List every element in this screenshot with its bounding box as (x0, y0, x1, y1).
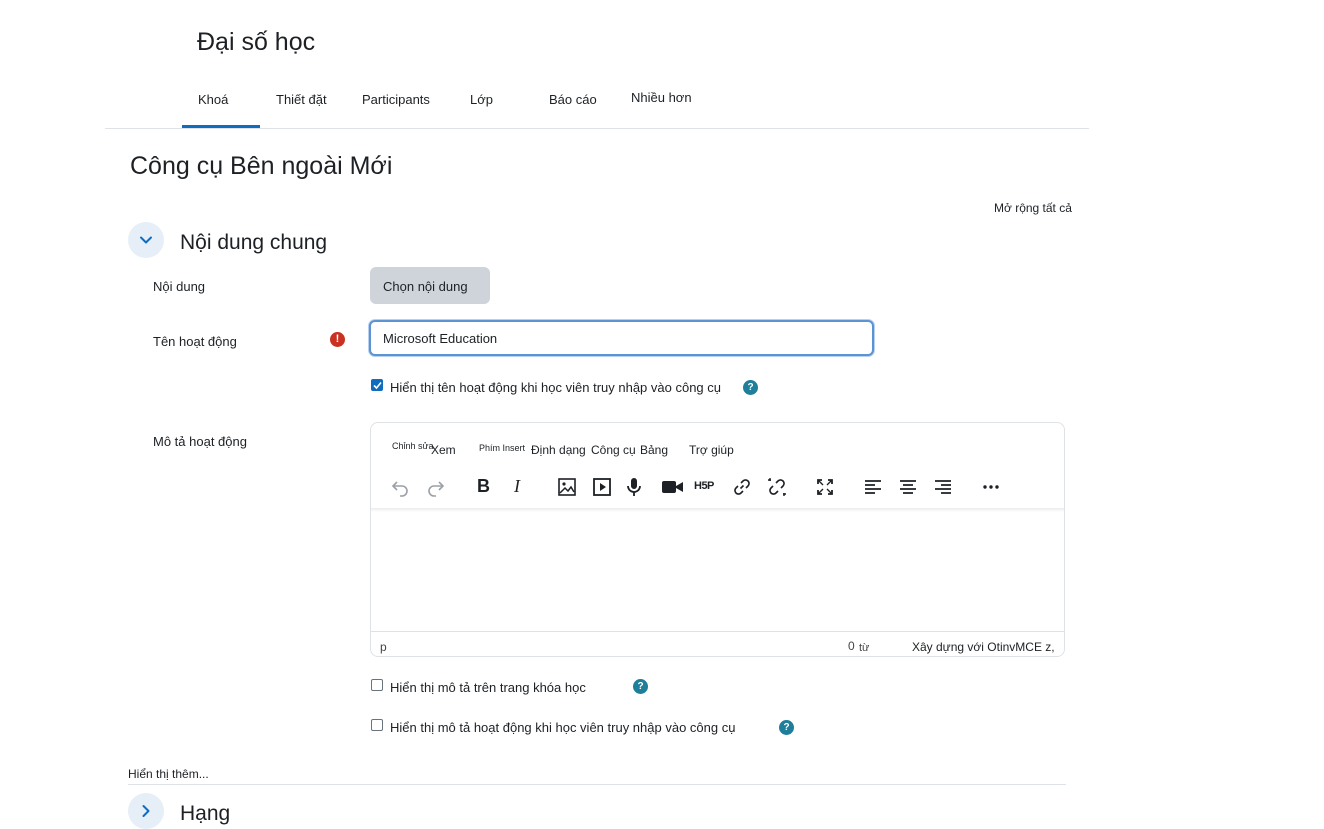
tab-course[interactable]: Khoá (198, 92, 228, 107)
media-icon (593, 478, 611, 496)
more-icon (983, 485, 999, 489)
image-icon (558, 478, 576, 496)
redo-icon (428, 481, 445, 497)
choose-content-button[interactable]: Chọn nội dung (370, 267, 490, 304)
link-icon (734, 479, 750, 495)
fullscreen-button[interactable] (812, 474, 838, 500)
undo-button[interactable] (387, 474, 413, 500)
chevron-down-icon (140, 236, 152, 244)
help-icon[interactable]: ? (779, 720, 794, 735)
menu-table[interactable]: Bảng (640, 443, 668, 457)
statusbar-divider (371, 631, 1064, 632)
italic-button[interactable]: I (506, 474, 532, 500)
collapse-section-button[interactable] (128, 222, 164, 258)
menu-tools[interactable]: Công cụ (591, 443, 636, 457)
bold-button[interactable]: B (471, 474, 497, 500)
show-name-checkbox[interactable] (371, 379, 383, 391)
editor-branding[interactable]: Xây dựng với OtinvMCE z, (912, 640, 1055, 654)
show-description-course-label: Hiển thị mô tả trên trang khóa học (390, 680, 586, 695)
word-count: 0 (848, 639, 855, 653)
section-divider (128, 784, 1066, 785)
fullscreen-icon (817, 479, 833, 495)
video-camera-icon (662, 481, 683, 493)
tab-reports[interactable]: Báo cáo (549, 92, 597, 107)
insert-media-button[interactable] (589, 474, 615, 500)
bold-icon: B (477, 476, 490, 496)
menu-edit[interactable]: Chỉnh sửa (392, 441, 434, 451)
menu-insert[interactable]: Phím Insert (479, 443, 525, 453)
align-left-button[interactable] (860, 474, 886, 500)
microphone-icon (627, 478, 641, 496)
show-description-course-checkbox[interactable] (371, 679, 383, 691)
undo-icon (391, 481, 408, 497)
link-button[interactable] (729, 474, 755, 500)
unlink-button[interactable] (764, 474, 790, 500)
h5p-icon: H5P (694, 480, 714, 492)
tab-settings[interactable]: Thiết đặt (276, 92, 327, 107)
align-right-button[interactable] (930, 474, 956, 500)
section-title-grade: Hạng (180, 802, 231, 825)
align-center-button[interactable] (895, 474, 921, 500)
activity-name-label: Tên hoạt động (153, 334, 237, 349)
check-icon (373, 381, 382, 390)
editor-content-area[interactable] (372, 513, 1062, 629)
show-name-label: Hiển thị tên hoạt động khi học viên truy… (390, 380, 721, 395)
tab-grades[interactable]: Lớp (470, 92, 493, 107)
redo-button[interactable] (423, 474, 449, 500)
help-icon[interactable]: ? (743, 380, 758, 395)
show-more-link[interactable]: Hiển thị thêm... (128, 767, 209, 781)
record-audio-button[interactable] (621, 474, 647, 500)
insert-image-button[interactable] (554, 474, 580, 500)
course-title: Đại số học (197, 28, 316, 56)
menu-help[interactable]: Trợ giúp (689, 443, 734, 457)
expand-all-link[interactable]: Mở rộng tất cả (994, 201, 1072, 215)
show-description-activity-checkbox[interactable] (371, 719, 383, 731)
word-count-unit: từ (859, 642, 870, 654)
activity-name-input[interactable] (369, 320, 874, 356)
record-video-button[interactable] (659, 474, 685, 500)
more-toolbar-button[interactable] (978, 474, 1004, 500)
unlink-icon (768, 478, 786, 496)
help-icon[interactable]: ? (633, 679, 648, 694)
menu-format[interactable]: Định dạng (531, 443, 586, 457)
tab-participants[interactable]: Participants (362, 92, 430, 107)
align-right-icon (935, 480, 951, 494)
section-title-general: Nội dung chung (180, 231, 328, 254)
nav-divider (105, 128, 1089, 129)
expand-section-button[interactable] (128, 793, 164, 829)
description-label: Mô tả hoạt động (153, 434, 247, 449)
required-icon: ! (330, 332, 345, 347)
toolbar-shadow (371, 508, 1064, 512)
menu-view[interactable]: Xem (431, 443, 456, 457)
italic-icon: I (514, 476, 520, 496)
show-description-activity-label: Hiển thị mô tả hoạt động khi học viên tr… (390, 720, 736, 735)
tab-more[interactable]: Nhiều hơn (631, 90, 692, 105)
align-center-icon (900, 480, 916, 494)
content-label: Nội dung (153, 279, 206, 294)
element-path[interactable]: p (380, 640, 387, 654)
h5p-button[interactable]: H5P (693, 474, 719, 500)
align-left-icon (865, 480, 881, 494)
chevron-right-icon (142, 805, 150, 817)
page-title: Công cụ Bên ngoài Mới (130, 152, 393, 180)
